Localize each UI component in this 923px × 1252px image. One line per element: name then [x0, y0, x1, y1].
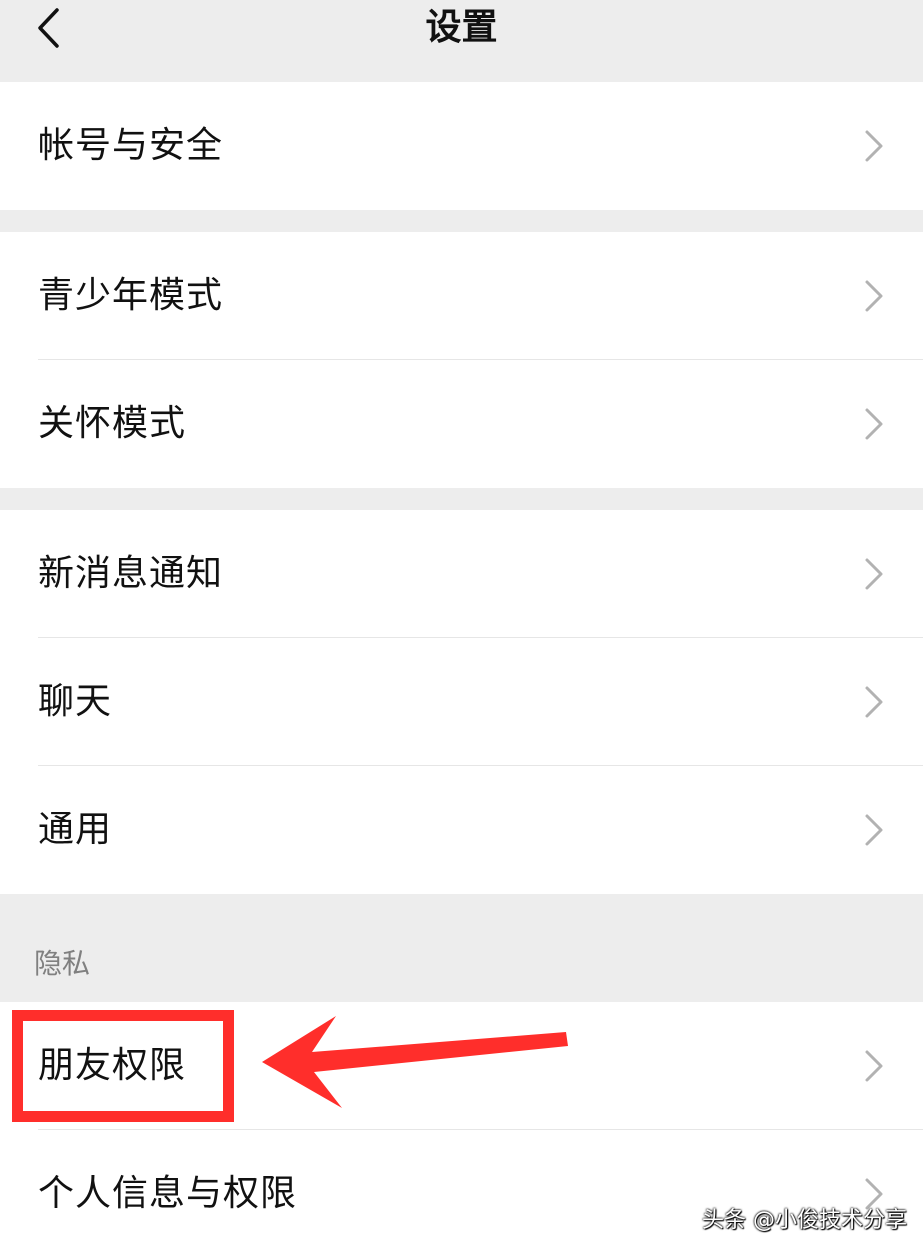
settings-item-label: 聊天 — [38, 681, 113, 722]
navigation-bar: 设置 — [0, 0, 923, 82]
settings-group-account: 帐号与安全 — [0, 82, 923, 210]
settings-group-general: 新消息通知 聊天 通用 — [0, 510, 923, 894]
chevron-right-icon — [865, 408, 883, 440]
settings-item-label: 关怀模式 — [38, 403, 187, 444]
settings-item-label: 通用 — [38, 809, 113, 850]
settings-group-modes: 青少年模式 关怀模式 — [0, 232, 923, 488]
settings-item-label: 青少年模式 — [38, 275, 224, 316]
settings-item-notifications[interactable]: 新消息通知 — [0, 510, 923, 638]
settings-item-friend-permissions[interactable]: 朋友权限 — [0, 1002, 923, 1130]
chevron-right-icon — [865, 280, 883, 312]
chevron-right-icon — [865, 130, 883, 162]
settings-item-care-mode[interactable]: 关怀模式 — [0, 360, 923, 488]
chevron-right-icon — [865, 1050, 883, 1082]
settings-item-general[interactable]: 通用 — [0, 766, 923, 894]
chevron-right-icon — [865, 558, 883, 590]
section-header-privacy: 隐私 — [34, 947, 91, 980]
settings-item-label: 帐号与安全 — [38, 125, 224, 166]
settings-item-chat[interactable]: 聊天 — [0, 638, 923, 766]
settings-item-label: 个人信息与权限 — [38, 1173, 298, 1214]
settings-item-account-security[interactable]: 帐号与安全 — [0, 82, 923, 210]
page-title: 设置 — [425, 7, 498, 48]
chevron-right-icon — [865, 814, 883, 846]
chevron-right-icon — [865, 686, 883, 718]
watermark-text: 头条 @小俊技术分享 — [702, 1208, 907, 1233]
settings-item-youth-mode[interactable]: 青少年模式 — [0, 232, 923, 360]
settings-item-label: 朋友权限 — [38, 1045, 187, 1086]
settings-item-label: 新消息通知 — [38, 553, 224, 594]
